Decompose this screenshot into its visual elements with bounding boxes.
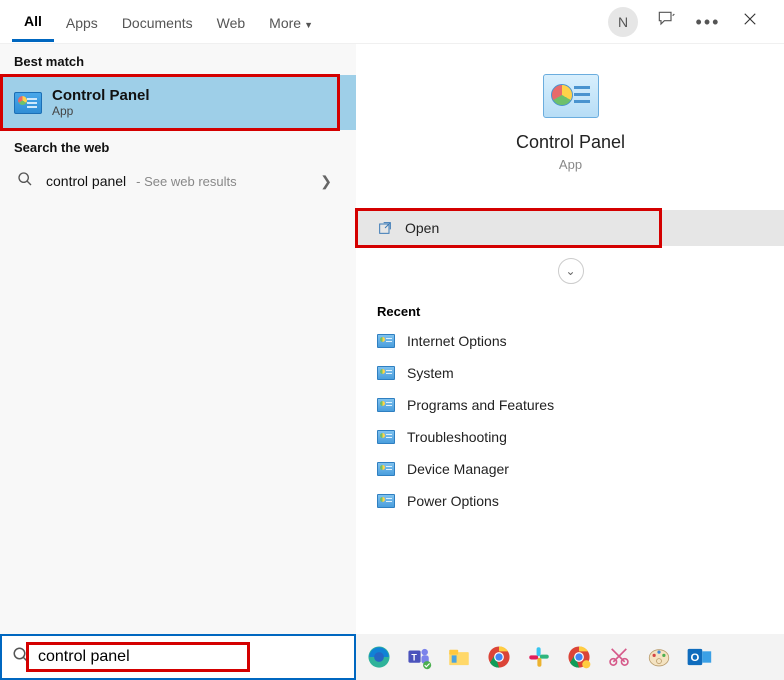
recent-item[interactable]: System: [365, 357, 776, 389]
taskbar-apps: T O: [356, 634, 784, 680]
control-panel-icon: [14, 92, 42, 114]
best-match-subtitle: App: [52, 104, 150, 118]
chevron-right-icon: ❯: [320, 173, 342, 190]
control-panel-large-icon: [543, 74, 599, 118]
tab-documents[interactable]: Documents: [110, 3, 205, 41]
taskbar-outlook-icon[interactable]: O: [682, 640, 716, 674]
taskbar-snip-icon[interactable]: [602, 640, 636, 674]
ellipsis-icon: •••: [696, 13, 721, 31]
detail-title: Control Panel: [357, 132, 784, 153]
taskbar-file-explorer-icon[interactable]: [442, 640, 476, 674]
taskbar-paint-icon[interactable]: [642, 640, 676, 674]
web-query-text: control panel: [46, 173, 126, 189]
recent-item[interactable]: Internet Options: [365, 325, 776, 357]
feedback-button[interactable]: [652, 8, 680, 36]
recent-item[interactable]: Programs and Features: [365, 389, 776, 421]
recent-item[interactable]: Troubleshooting: [365, 421, 776, 453]
tab-more[interactable]: More▼: [257, 3, 325, 41]
chevron-down-icon: ⌄: [565, 264, 575, 278]
taskbar-edge-icon[interactable]: [362, 640, 396, 674]
tab-apps[interactable]: Apps: [54, 3, 110, 41]
search-web-label: Search the web: [0, 130, 356, 161]
recent-item-label: Device Manager: [407, 461, 509, 477]
recent-list: Internet Options System Programs and Fea…: [357, 321, 784, 521]
taskbar-teams-icon[interactable]: T: [402, 640, 436, 674]
recent-item-label: Power Options: [407, 493, 499, 509]
svg-text:O: O: [691, 652, 700, 664]
control-panel-mini-icon: [377, 494, 395, 508]
search-box[interactable]: [0, 634, 356, 680]
user-avatar[interactable]: N: [608, 7, 638, 37]
feedback-icon: [656, 9, 676, 34]
search-icon: [2, 646, 38, 669]
control-panel-mini-icon: [377, 462, 395, 476]
open-action[interactable]: Open: [357, 210, 784, 246]
open-label: Open: [405, 220, 439, 236]
control-panel-mini-icon: [377, 430, 395, 444]
results-panel: Best match Control Panel App Search the …: [0, 44, 356, 634]
chevron-down-icon: ▼: [304, 20, 313, 30]
open-icon: [377, 220, 393, 236]
tab-more-label: More: [269, 15, 301, 31]
recent-item[interactable]: Device Manager: [365, 453, 776, 485]
search-scope-tabs: All Apps Documents Web More▼ N •••: [0, 0, 784, 44]
search-icon: [14, 171, 36, 191]
svg-text:T: T: [411, 652, 417, 662]
recent-item-label: System: [407, 365, 454, 381]
recent-item-label: Programs and Features: [407, 397, 554, 413]
web-query-suffix: - See web results: [136, 174, 236, 189]
recent-item[interactable]: Power Options: [365, 485, 776, 517]
detail-panel: Control Panel App Open ⌄ Recent Internet…: [356, 44, 784, 634]
best-match-item[interactable]: Control Panel App: [0, 75, 356, 130]
tab-all[interactable]: All: [12, 1, 54, 42]
recent-item-label: Internet Options: [407, 333, 507, 349]
tab-web[interactable]: Web: [205, 3, 258, 41]
highlight-box: [0, 74, 340, 131]
detail-subtitle: App: [357, 157, 784, 172]
highlight-box: [355, 208, 662, 248]
control-panel-mini-icon: [377, 398, 395, 412]
control-panel-mini-icon: [377, 366, 395, 380]
recent-label: Recent: [357, 290, 784, 321]
search-input[interactable]: [38, 636, 354, 678]
best-match-label: Best match: [0, 44, 356, 75]
taskbar-slack-icon[interactable]: [522, 640, 556, 674]
expand-button[interactable]: ⌄: [558, 258, 584, 284]
more-options-button[interactable]: •••: [694, 8, 722, 36]
close-icon: [743, 12, 757, 31]
taskbar-chrome-canary-icon[interactable]: [562, 640, 596, 674]
recent-item-label: Troubleshooting: [407, 429, 507, 445]
control-panel-mini-icon: [377, 334, 395, 348]
close-button[interactable]: [736, 8, 764, 36]
search-web-item[interactable]: control panel - See web results ❯: [0, 161, 356, 201]
best-match-title: Control Panel: [52, 87, 150, 104]
taskbar-chrome-icon[interactable]: [482, 640, 516, 674]
taskbar: T O: [0, 634, 784, 680]
